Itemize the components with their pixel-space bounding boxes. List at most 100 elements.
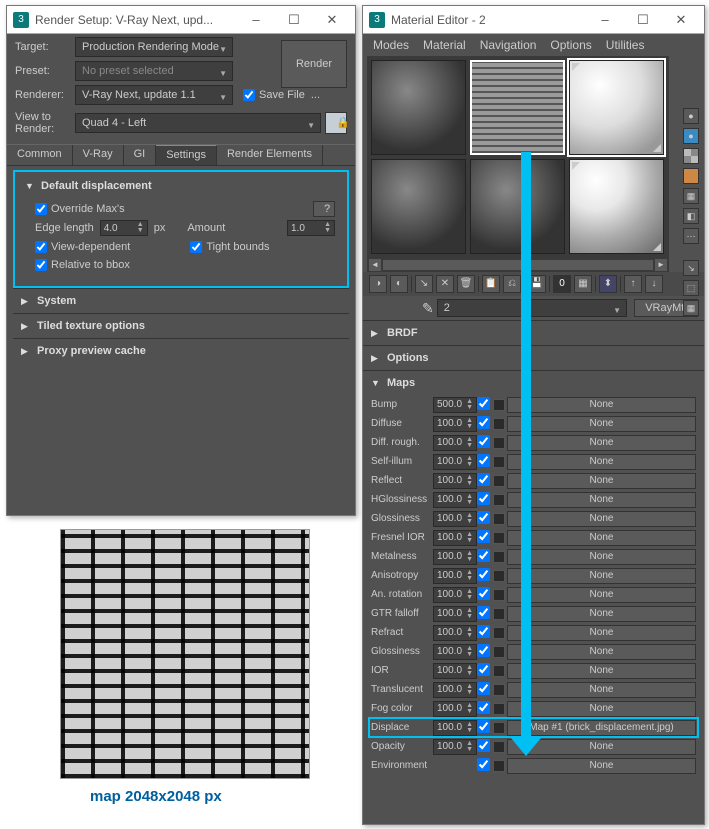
- map-amount-spinner[interactable]: 100.0▲▼: [433, 473, 477, 489]
- map-slot-button[interactable]: None: [507, 663, 696, 679]
- rollout-system[interactable]: ▶System: [13, 291, 349, 311]
- map-slot-button[interactable]: None: [507, 568, 696, 584]
- tab-render-elements[interactable]: Render Elements: [217, 145, 323, 165]
- map-amount-spinner[interactable]: 100.0▲▼: [433, 416, 477, 432]
- map-color-swatch[interactable]: [493, 608, 505, 620]
- map-enable-checkbox[interactable]: [477, 549, 493, 565]
- map-slot-button[interactable]: None: [507, 682, 696, 698]
- map-amount-spinner[interactable]: 100.0▲▼: [433, 492, 477, 508]
- map-enable-checkbox[interactable]: [477, 568, 493, 584]
- select-by-mat-icon[interactable]: ↘: [683, 260, 699, 276]
- rollout-options[interactable]: ▶Options: [363, 348, 704, 368]
- map-enable-checkbox[interactable]: [477, 758, 493, 774]
- map-amount-spinner[interactable]: 100.0▲▼: [433, 644, 477, 660]
- menu-utilities[interactable]: Utilities: [606, 38, 645, 52]
- map-amount-spinner[interactable]: 100.0▲▼: [433, 701, 477, 717]
- map-amount-spinner[interactable]: 100.0▲▼: [433, 739, 477, 755]
- help-button[interactable]: ?: [313, 201, 335, 217]
- map-color-swatch[interactable]: [493, 551, 505, 563]
- map-enable-checkbox[interactable]: [477, 435, 493, 451]
- map-color-swatch[interactable]: [493, 646, 505, 658]
- menu-navigation[interactable]: Navigation: [480, 38, 537, 52]
- relative-bbox-checkbox[interactable]: Relative to bbox: [35, 259, 130, 271]
- map-color-swatch[interactable]: [493, 494, 505, 506]
- target-select[interactable]: Production Rendering Mode: [75, 37, 233, 57]
- sample-uv-icon[interactable]: [683, 168, 699, 184]
- go-parent-icon[interactable]: ↑: [624, 275, 642, 293]
- menu-modes[interactable]: Modes: [373, 38, 409, 52]
- get-material-icon[interactable]: ◑: [369, 275, 387, 293]
- map-enable-checkbox[interactable]: [477, 511, 493, 527]
- map-slot-button[interactable]: None: [507, 758, 696, 774]
- backlight-icon[interactable]: ●: [683, 128, 699, 144]
- map-color-swatch[interactable]: [493, 570, 505, 582]
- map-amount-spinner[interactable]: 100.0▲▼: [433, 682, 477, 698]
- map-slot-button[interactable]: Map #1 (brick_displacement.jpg): [507, 720, 696, 736]
- delete-icon[interactable]: 🗑: [457, 275, 475, 293]
- view-select[interactable]: Quad 4 - Left: [75, 113, 321, 133]
- material-slot-5[interactable]: [470, 159, 565, 254]
- map-slot-button[interactable]: None: [507, 549, 696, 565]
- material-slot-1[interactable]: [371, 60, 466, 155]
- save-file-browse[interactable]: ...: [311, 89, 320, 101]
- map-enable-checkbox[interactable]: [477, 397, 493, 413]
- map-amount-spinner[interactable]: 100.0▲▼: [433, 530, 477, 546]
- map-slot-button[interactable]: None: [507, 492, 696, 508]
- material-id-0-icon[interactable]: 0: [553, 275, 571, 293]
- render-button[interactable]: Render: [281, 40, 347, 88]
- slots-scrollbar[interactable]: ◄ ►: [367, 258, 669, 272]
- view-dependent-checkbox[interactable]: View-dependent: [35, 241, 130, 253]
- map-color-swatch[interactable]: [493, 418, 505, 430]
- map-slot-button[interactable]: None: [507, 644, 696, 660]
- map-amount-spinner[interactable]: 100.0▲▼: [433, 663, 477, 679]
- map-slot-button[interactable]: None: [507, 587, 696, 603]
- material-id-icon[interactable]: ⬚: [683, 280, 699, 296]
- reset-map-icon[interactable]: ✕: [436, 275, 454, 293]
- map-slot-button[interactable]: None: [507, 397, 696, 413]
- map-slot-button[interactable]: None: [507, 625, 696, 641]
- material-slot-3[interactable]: [569, 60, 664, 155]
- tab-v-ray[interactable]: V-Ray: [73, 145, 124, 165]
- put-to-scene-icon[interactable]: ◐: [390, 275, 408, 293]
- map-amount-spinner[interactable]: 100.0▲▼: [433, 435, 477, 451]
- tab-common[interactable]: Common: [7, 145, 73, 165]
- map-enable-checkbox[interactable]: [477, 454, 493, 470]
- map-color-swatch[interactable]: [493, 741, 505, 753]
- map-amount-spinner[interactable]: 100.0▲▼: [433, 568, 477, 584]
- map-amount-spinner[interactable]: 100.0▲▼: [433, 606, 477, 622]
- preset-select[interactable]: No preset selected: [75, 61, 233, 81]
- map-color-swatch[interactable]: [493, 437, 505, 449]
- map-color-swatch[interactable]: [493, 627, 505, 639]
- map-enable-checkbox[interactable]: [477, 739, 493, 755]
- minimize-button[interactable]: –: [586, 7, 624, 33]
- close-button[interactable]: ✕: [313, 7, 351, 33]
- material-slot-6[interactable]: [569, 159, 664, 254]
- maps-rollout[interactable]: ▼ Maps: [363, 373, 704, 393]
- menu-options[interactable]: Options: [550, 38, 591, 52]
- default-displacement-rollout[interactable]: ▼ Default displacement: [17, 176, 345, 196]
- minimize-button[interactable]: –: [237, 7, 275, 33]
- maximize-button[interactable]: ☐: [624, 7, 662, 33]
- map-amount-spinner[interactable]: 100.0▲▼: [433, 587, 477, 603]
- assign-to-selection-icon[interactable]: ↘: [415, 275, 433, 293]
- map-enable-checkbox[interactable]: [477, 701, 493, 717]
- map-enable-checkbox[interactable]: [477, 720, 493, 736]
- map-enable-checkbox[interactable]: [477, 492, 493, 508]
- map-color-swatch[interactable]: [493, 513, 505, 525]
- amount-spinner[interactable]: 1.0▲▼: [287, 220, 335, 236]
- material-slot-4[interactable]: [371, 159, 466, 254]
- rollout-proxy-preview-cache[interactable]: ▶Proxy preview cache: [13, 341, 349, 361]
- map-color-swatch[interactable]: [493, 722, 505, 734]
- map-slot-button[interactable]: None: [507, 435, 696, 451]
- map-amount-spinner[interactable]: 100.0▲▼: [433, 454, 477, 470]
- map-slot-button[interactable]: None: [507, 701, 696, 717]
- map-color-swatch[interactable]: [493, 665, 505, 677]
- map-enable-checkbox[interactable]: [477, 530, 493, 546]
- map-amount-spinner[interactable]: 500.0▲▼: [433, 397, 477, 413]
- preview-icon[interactable]: ◧: [683, 208, 699, 224]
- scroll-right-icon[interactable]: ►: [655, 259, 667, 271]
- map-enable-checkbox[interactable]: [477, 416, 493, 432]
- rollout-brdf[interactable]: ▶BRDF: [363, 323, 704, 343]
- go-forward-icon[interactable]: ↓: [645, 275, 663, 293]
- map-enable-checkbox[interactable]: [477, 587, 493, 603]
